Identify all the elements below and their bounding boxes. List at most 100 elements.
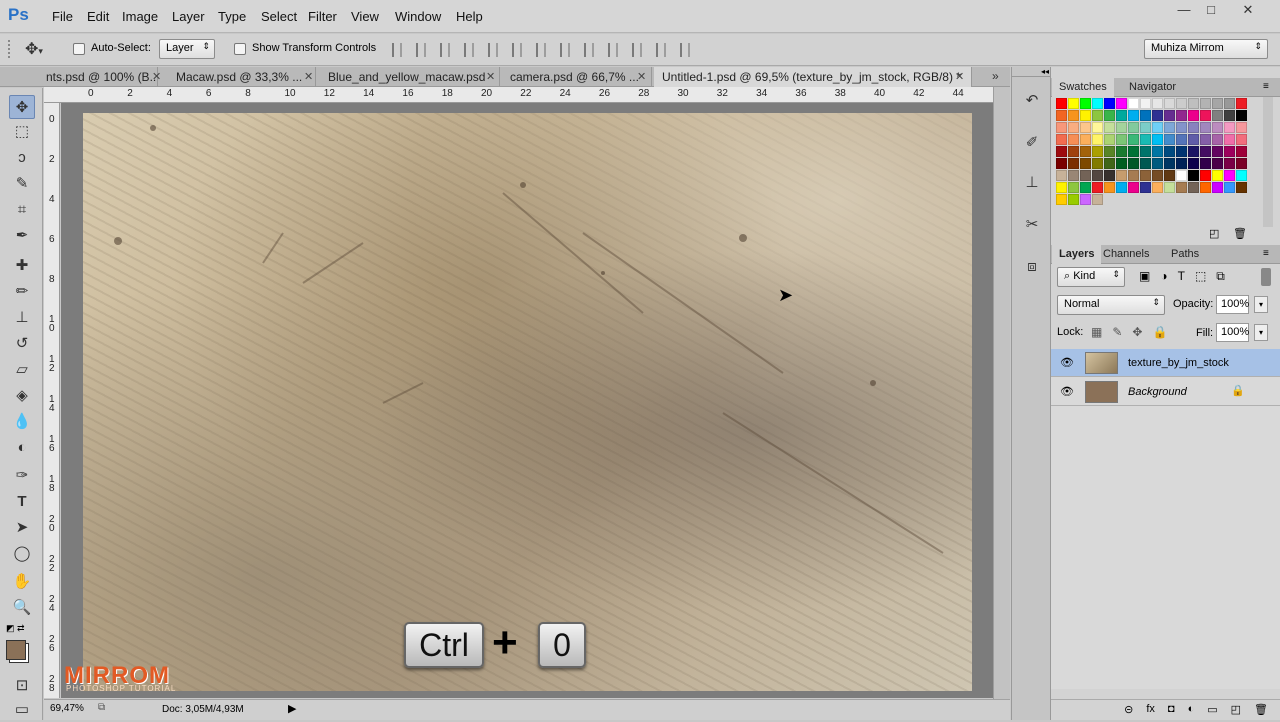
zoom-level[interactable]: 69,47% bbox=[50, 703, 84, 714]
color-swatch[interactable] bbox=[1080, 98, 1091, 109]
color-swatch[interactable] bbox=[1092, 158, 1103, 169]
color-swatch[interactable] bbox=[1176, 134, 1187, 145]
color-swatch[interactable] bbox=[1236, 170, 1247, 181]
color-swatch[interactable] bbox=[1068, 170, 1079, 181]
color-swatch[interactable] bbox=[1092, 134, 1103, 145]
color-swatch[interactable] bbox=[1152, 122, 1163, 133]
new-adjustment-icon[interactable]: ◐ bbox=[1188, 703, 1195, 717]
color-swatch[interactable] bbox=[1212, 134, 1223, 145]
color-swatch[interactable] bbox=[1176, 182, 1187, 193]
pixel-filter-icon[interactable]: ▣ bbox=[1139, 269, 1150, 284]
color-swatch[interactable] bbox=[1056, 110, 1067, 121]
color-swatch[interactable] bbox=[1176, 170, 1187, 181]
close-window-button[interactable]: ✕ bbox=[1234, 2, 1262, 20]
color-swatch[interactable] bbox=[1068, 182, 1079, 193]
status-menu-arrow-icon[interactable]: ▶ bbox=[288, 702, 296, 715]
distribute-left-icon[interactable] bbox=[608, 43, 618, 57]
new-group-icon[interactable]: ▭ bbox=[1207, 703, 1217, 717]
color-swatch[interactable] bbox=[1236, 98, 1247, 109]
color-swatch[interactable] bbox=[1104, 182, 1115, 193]
color-swatch[interactable] bbox=[1152, 110, 1163, 121]
shape-filter-icon[interactable]: ⬚ bbox=[1195, 269, 1206, 284]
color-swatch[interactable] bbox=[1200, 110, 1211, 121]
color-swatch[interactable] bbox=[1164, 146, 1175, 157]
color-swatch[interactable] bbox=[1056, 122, 1067, 133]
tab-nts[interactable]: nts.psd @ 100% (B... bbox=[38, 67, 158, 87]
color-swatch[interactable] bbox=[1068, 110, 1079, 121]
color-swatch[interactable] bbox=[1068, 194, 1079, 205]
color-swatch[interactable] bbox=[1200, 182, 1211, 193]
history-panel-icon[interactable]: ↶ bbox=[1020, 89, 1044, 113]
align-right-icon[interactable] bbox=[512, 43, 522, 57]
swatch-grid[interactable] bbox=[1056, 98, 1256, 205]
color-swatch[interactable] bbox=[1080, 182, 1091, 193]
color-swatch[interactable] bbox=[1080, 194, 1091, 205]
type-filter-icon[interactable]: T bbox=[1178, 269, 1185, 284]
color-swatch[interactable] bbox=[1128, 122, 1139, 133]
distribute-hcenter-icon[interactable] bbox=[632, 43, 642, 57]
color-swatch[interactable] bbox=[1164, 182, 1175, 193]
auto-align-icon[interactable] bbox=[680, 43, 690, 57]
color-swatch[interactable] bbox=[1116, 98, 1127, 109]
color-swatch[interactable] bbox=[1056, 134, 1067, 145]
close-tab-icon[interactable]: ✕ bbox=[152, 70, 161, 83]
fill-field[interactable]: 100% bbox=[1216, 323, 1249, 342]
color-swatch[interactable] bbox=[1176, 146, 1187, 157]
color-swatch[interactable] bbox=[1128, 146, 1139, 157]
lock-image-icon[interactable]: ✎ bbox=[1112, 325, 1122, 339]
color-swatch[interactable] bbox=[1212, 98, 1223, 109]
color-swatch[interactable] bbox=[1152, 98, 1163, 109]
color-swatch[interactable] bbox=[1236, 122, 1247, 133]
history-brush-tool-icon[interactable]: ↺ bbox=[9, 332, 35, 356]
zoom-tool-icon[interactable]: 🔍 bbox=[9, 596, 35, 620]
visibility-eye-icon[interactable]: 👁 bbox=[1059, 355, 1075, 371]
quick-mask-icon[interactable]: ⊡ bbox=[9, 674, 35, 698]
color-swatch[interactable] bbox=[1236, 182, 1247, 193]
color-swatch[interactable] bbox=[1116, 110, 1127, 121]
menu-layer[interactable]: Layer bbox=[172, 9, 205, 24]
tab-layers[interactable]: Layers bbox=[1052, 245, 1102, 264]
clone-stamp-tool-icon[interactable]: ⊥ bbox=[9, 306, 35, 330]
auto-select-dropdown[interactable]: Layer ⇕ bbox=[159, 39, 215, 59]
lock-transparent-icon[interactable]: ▦ bbox=[1091, 325, 1102, 339]
close-tab-icon[interactable]: ✕ bbox=[486, 70, 495, 83]
foreground-color-swatch[interactable] bbox=[6, 640, 26, 660]
align-vcenter-icon[interactable] bbox=[416, 43, 426, 57]
color-swatch[interactable] bbox=[1092, 146, 1103, 157]
brush-tool-icon[interactable]: ✏ bbox=[9, 280, 35, 304]
color-swatch[interactable] bbox=[1140, 110, 1151, 121]
color-swatch[interactable] bbox=[1128, 110, 1139, 121]
adjustments-icon[interactable]: ⧈ bbox=[1020, 255, 1044, 279]
color-swatch[interactable] bbox=[1092, 98, 1103, 109]
color-swatch[interactable] bbox=[1176, 158, 1187, 169]
color-swatch[interactable] bbox=[1236, 158, 1247, 169]
color-swatch[interactable] bbox=[1080, 134, 1091, 145]
delete-layer-icon[interactable]: 🗑 bbox=[1254, 703, 1268, 717]
color-swatch[interactable] bbox=[1092, 182, 1103, 193]
crop-tool-icon[interactable]: ⌗ bbox=[9, 198, 35, 222]
layer-row-texture[interactable]: 👁 texture_by_jm_stock bbox=[1051, 349, 1280, 377]
menu-help[interactable]: Help bbox=[456, 9, 483, 24]
tool-presets-icon[interactable]: ✂ bbox=[1020, 213, 1044, 237]
clone-source-icon[interactable]: ⊥ bbox=[1020, 171, 1044, 195]
panel-menu-icon[interactable]: ≡ bbox=[1263, 81, 1269, 92]
color-swatch[interactable] bbox=[1068, 134, 1079, 145]
tab-swatches[interactable]: Swatches bbox=[1052, 78, 1114, 97]
color-swatch[interactable] bbox=[1212, 146, 1223, 157]
color-swatch[interactable] bbox=[1224, 110, 1235, 121]
color-swatch[interactable] bbox=[1188, 122, 1199, 133]
color-swatch[interactable] bbox=[1140, 98, 1151, 109]
menu-type[interactable]: Type bbox=[218, 9, 246, 24]
tab-macaw[interactable]: Macaw.psd @ 33,3% ... bbox=[168, 67, 316, 87]
color-swatch[interactable] bbox=[1236, 134, 1247, 145]
brush-presets-icon[interactable]: ✐ bbox=[1020, 131, 1044, 155]
color-swatch[interactable] bbox=[1224, 146, 1235, 157]
vertical-scrollbar[interactable] bbox=[993, 87, 1010, 699]
tab-channels[interactable]: Channels bbox=[1096, 245, 1156, 264]
color-swatch[interactable] bbox=[1116, 122, 1127, 133]
blur-tool-icon[interactable]: 💧 bbox=[9, 410, 35, 434]
color-swatch[interactable] bbox=[1176, 110, 1187, 121]
color-swatch[interactable] bbox=[1212, 182, 1223, 193]
color-swatch[interactable] bbox=[1188, 134, 1199, 145]
color-swatch[interactable] bbox=[1128, 158, 1139, 169]
